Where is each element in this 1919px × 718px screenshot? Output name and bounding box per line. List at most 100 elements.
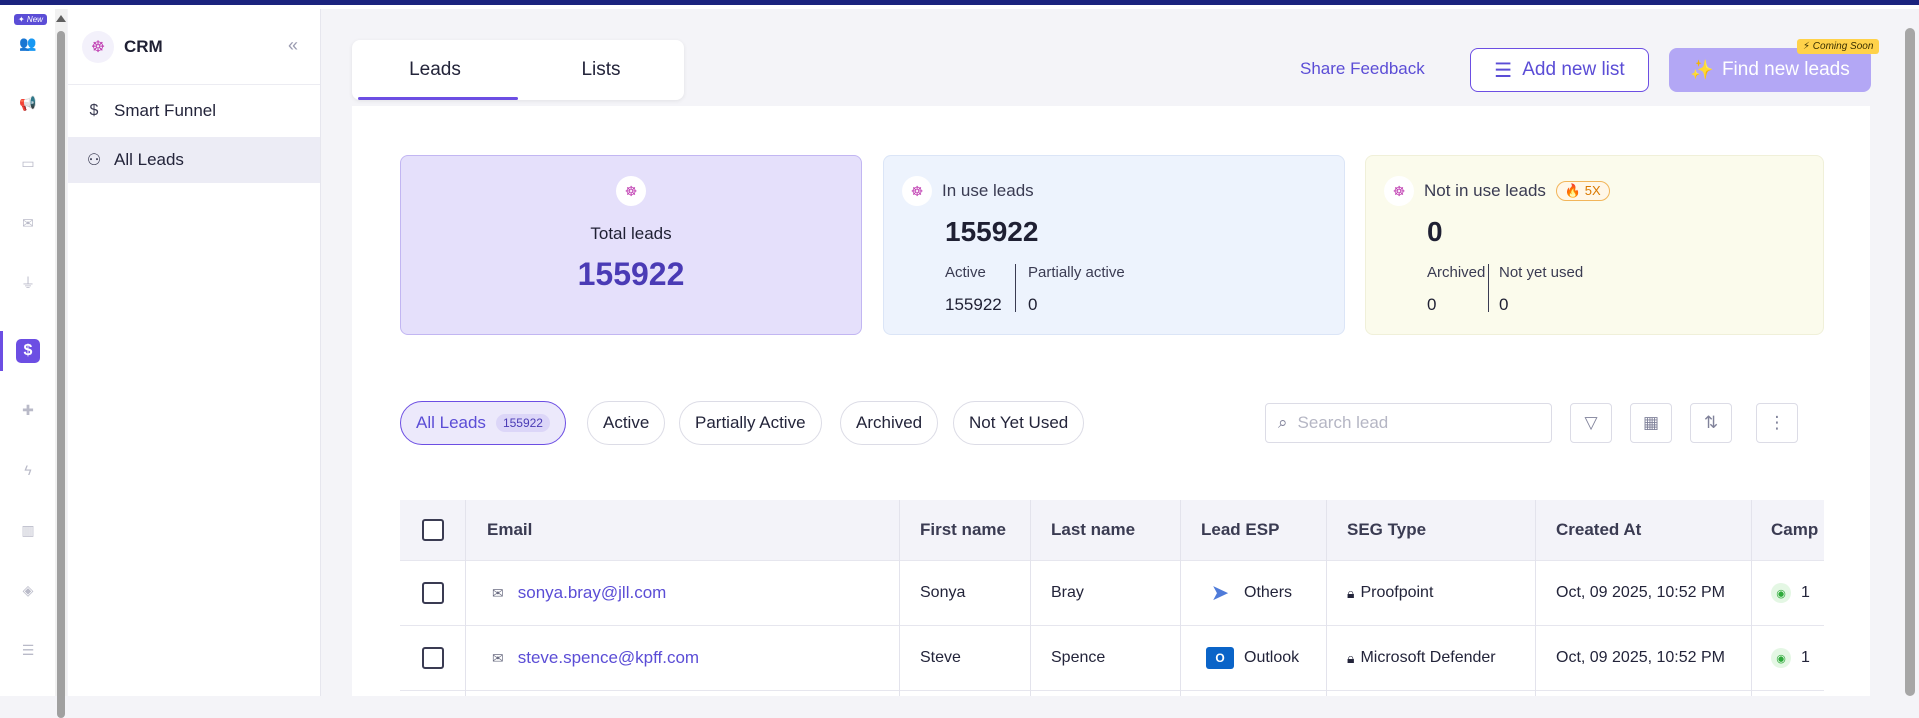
multiplier-badge: 🔥 5X	[1555, 181, 1610, 201]
created-at-cell: Oct, 09 2025, 10:52 PM	[1556, 649, 1725, 666]
rail-scroll-thumb[interactable]	[57, 31, 65, 718]
email-cell: ✉ steve.spence@kpff.com	[492, 626, 699, 690]
users-icon[interactable]: 👥	[16, 31, 40, 55]
campaign-count: 1	[1801, 649, 1810, 666]
row-checkbox-cell	[422, 626, 444, 690]
list-icon[interactable]: ☰	[16, 638, 40, 662]
tab-lists[interactable]: Lists	[518, 40, 684, 100]
first-name-cell: Sonya	[920, 584, 966, 601]
active-value: 155922	[945, 295, 1002, 314]
filter-button[interactable]: ▽	[1570, 403, 1612, 443]
filter-chip-partially-active[interactable]: Partially Active	[679, 401, 822, 445]
scroll-up-arrow-icon[interactable]	[56, 15, 66, 22]
filter-chip-all-leads[interactable]: All Leads 155922	[400, 401, 566, 445]
email-link[interactable]: sonya.bray@jll.com	[518, 583, 667, 603]
archived-value: 0	[1427, 295, 1437, 314]
filter-chip-active[interactable]: Active	[587, 401, 666, 445]
outlook-icon: O	[1206, 647, 1234, 669]
total-leads-label: Total leads	[590, 224, 672, 243]
search-input[interactable]	[1297, 413, 1528, 433]
email-link[interactable]: steve.spence@kpff.com	[518, 648, 699, 668]
add-new-list-button[interactable]: ☰ Add new list	[1470, 48, 1649, 92]
page-scrollbar[interactable]	[1905, 28, 1915, 696]
megaphone-icon[interactable]: 📢	[16, 91, 40, 115]
in-use-leads-value: 155922	[945, 216, 1039, 247]
search-icon: ⌕	[1278, 413, 1288, 432]
seg-label: Proofpoint	[1360, 584, 1434, 601]
column-divider	[899, 500, 900, 696]
filter-chip-not-yet-used[interactable]: Not Yet Used	[953, 401, 1085, 445]
add-new-list-label: Add new list	[1522, 59, 1625, 80]
campaign-cell: ◉ 1	[1771, 626, 1810, 690]
mail-icon: ✉	[492, 584, 504, 601]
column-header-created-at[interactable]: Created At	[1556, 500, 1641, 560]
not-in-use-leads-label: Not in use leads	[1424, 181, 1546, 200]
in-use-leads-card: ☸ In use leads 155922 Active 155922 Part…	[883, 155, 1345, 335]
not-yet-used-value: 0	[1499, 295, 1509, 314]
find-new-leads-button[interactable]: ✨ Find new leads	[1669, 48, 1871, 92]
puzzle-icon[interactable]: ✚	[16, 398, 40, 422]
select-all-checkbox[interactable]	[422, 519, 444, 541]
tab-leads[interactable]: Leads	[352, 40, 518, 100]
partially-active-label: Partially active	[1028, 264, 1125, 281]
leads-logo-icon: ☸	[902, 176, 932, 206]
not-yet-used-stat: Not yet used 0	[1499, 264, 1583, 315]
created-at-cell: Oct, 09 2025, 10:52 PM	[1556, 584, 1725, 601]
search-box[interactable]: ⌕	[1265, 403, 1552, 443]
archived-label: Archived	[1427, 264, 1486, 281]
esp-label: Others	[1244, 584, 1293, 601]
column-divider	[1030, 500, 1031, 696]
filter-chip-archived[interactable]: Archived	[840, 401, 939, 445]
coming-soon-badge: ⚡ Coming Soon	[1797, 39, 1880, 54]
collapse-sidebar-icon[interactable]: «	[288, 35, 298, 56]
total-leads-value: 155922	[577, 256, 685, 292]
table-row[interactable]: ✉ steve.spence@kpff.com Steve Spence O O…	[400, 626, 1824, 691]
layers-icon[interactable]: ◈	[16, 578, 40, 602]
share-feedback-link[interactable]: Share Feedback	[1300, 59, 1425, 79]
lock-icon: 🔒︎	[1347, 584, 1355, 601]
row-checkbox[interactable]	[422, 582, 444, 604]
column-divider	[1326, 500, 1327, 696]
column-header-email[interactable]: Email	[487, 500, 532, 560]
header-checkbox-cell	[422, 500, 444, 560]
column-header-first-name[interactable]: First name	[920, 500, 1006, 560]
filter-icon: ▽	[1584, 413, 1598, 432]
column-header-campaigns[interactable]: Camp	[1771, 500, 1818, 560]
sort-button[interactable]: ⇅	[1690, 403, 1732, 443]
columns-button[interactable]: ▦	[1630, 403, 1672, 443]
column-header-lead-esp[interactable]: Lead ESP	[1201, 500, 1279, 560]
esp-cell: ➤ Others	[1206, 561, 1292, 625]
rail-active-indicator	[0, 331, 3, 371]
paper-plane-icon: ➤	[1210, 580, 1230, 605]
column-header-seg-type[interactable]: SEG Type	[1347, 500, 1426, 560]
total-leads-card: ☸ Total leads 155922	[400, 155, 862, 335]
row-checkbox[interactable]	[422, 647, 444, 669]
playlist-add-icon: ☰	[1494, 59, 1513, 82]
table-row[interactable]: ✉ sonya.bray@jll.com Sonya Bray ➤ Others…	[400, 561, 1824, 626]
plug-icon[interactable]: ⏚	[16, 271, 40, 295]
last-name-cell: Bray	[1051, 584, 1084, 601]
campaign-icon: ◉	[1771, 648, 1791, 668]
bolt-icon[interactable]: ϟ	[16, 458, 40, 482]
sparkle-icon: ✨	[1690, 60, 1714, 81]
dollar-icon[interactable]: $	[16, 339, 40, 363]
chart-icon[interactable]: ▥	[16, 518, 40, 542]
sidebar-item-smart-funnel[interactable]: $ Smart Funnel	[68, 88, 320, 134]
more-vertical-icon: ⋮	[1768, 413, 1786, 432]
column-header-last-name[interactable]: Last name	[1051, 500, 1135, 560]
seg-cell: 🔒︎ Microsoft Defender	[1347, 626, 1496, 690]
multiplier-value: 5X	[1584, 183, 1601, 198]
inbox-icon[interactable]: ▭	[16, 151, 40, 175]
more-options-button[interactable]: ⋮	[1756, 403, 1798, 443]
table-columns-icon: ▦	[1642, 413, 1660, 432]
sidebar-title: CRM	[124, 36, 163, 56]
campaign-count: 1	[1801, 584, 1810, 601]
first-name-cell: Steve	[920, 649, 961, 666]
user-group-icon: ⚇	[86, 152, 102, 169]
column-divider	[465, 500, 466, 696]
rail-scrollbar[interactable]	[55, 9, 67, 718]
mail-icon[interactable]: ✉	[16, 211, 40, 235]
sidebar-item-all-leads[interactable]: ⚇ All Leads	[68, 137, 320, 183]
tab-bar: Leads Lists	[352, 40, 684, 100]
archived-stat: Archived 0	[1427, 264, 1485, 315]
